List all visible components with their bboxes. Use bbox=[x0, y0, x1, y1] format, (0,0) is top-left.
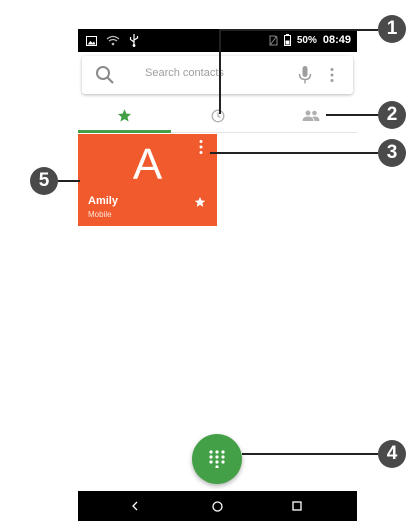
recents-icon bbox=[292, 501, 302, 511]
more-vert-icon[interactable] bbox=[329, 67, 335, 83]
callout-1-leader-vertical bbox=[219, 29, 221, 114]
home-button[interactable] bbox=[197, 491, 237, 521]
callout-4: 4 bbox=[378, 440, 406, 468]
contact-name: Amily bbox=[88, 195, 118, 207]
people-icon bbox=[302, 110, 319, 121]
callout-2: 2 bbox=[378, 101, 406, 129]
phone-screen: 50% 08:49 Search contacts A Amily Mobile bbox=[78, 29, 357, 521]
callout-1-leader bbox=[220, 29, 378, 31]
back-icon bbox=[132, 501, 138, 511]
callout-3-leader bbox=[210, 152, 378, 154]
status-bar: 50% 08:49 bbox=[78, 29, 357, 52]
usb-icon bbox=[129, 34, 139, 47]
callout-2-leader bbox=[326, 114, 378, 116]
search-icon[interactable] bbox=[95, 65, 115, 85]
favorite-contact-tile[interactable]: A Amily Mobile bbox=[78, 134, 217, 226]
home-icon bbox=[211, 500, 223, 512]
tab-bar bbox=[78, 99, 357, 133]
battery-level: 50% bbox=[296, 34, 317, 46]
tab-favorites[interactable] bbox=[78, 99, 171, 133]
callout-4-leader bbox=[242, 453, 378, 455]
mic-icon[interactable] bbox=[298, 66, 312, 84]
search-bar[interactable]: Search contacts bbox=[82, 56, 353, 94]
no-sim-icon bbox=[269, 35, 278, 45]
callout-1: 1 bbox=[378, 15, 406, 43]
contact-initial: A bbox=[132, 140, 163, 189]
star-icon bbox=[194, 197, 206, 207]
navigation-bar bbox=[78, 491, 357, 521]
tab-selected-indicator bbox=[78, 130, 171, 133]
more-vert-icon[interactable] bbox=[198, 139, 204, 155]
dialpad-button[interactable] bbox=[192, 434, 242, 484]
dialpad-icon bbox=[209, 450, 225, 468]
callout-5-leader bbox=[58, 180, 80, 182]
battery-icon bbox=[283, 34, 291, 46]
clock-icon bbox=[211, 109, 224, 122]
wifi-icon bbox=[106, 35, 120, 46]
callout-3: 3 bbox=[378, 139, 406, 167]
back-button[interactable] bbox=[115, 491, 155, 521]
recents-button[interactable] bbox=[277, 491, 317, 521]
image-icon bbox=[86, 35, 97, 46]
contact-phone-type: Mobile bbox=[88, 210, 112, 219]
star-icon bbox=[117, 109, 132, 122]
tab-recents[interactable] bbox=[171, 99, 264, 132]
clock-time: 08:49 bbox=[322, 34, 351, 46]
search-input[interactable]: Search contacts bbox=[145, 67, 224, 79]
callout-5: 5 bbox=[30, 167, 58, 195]
